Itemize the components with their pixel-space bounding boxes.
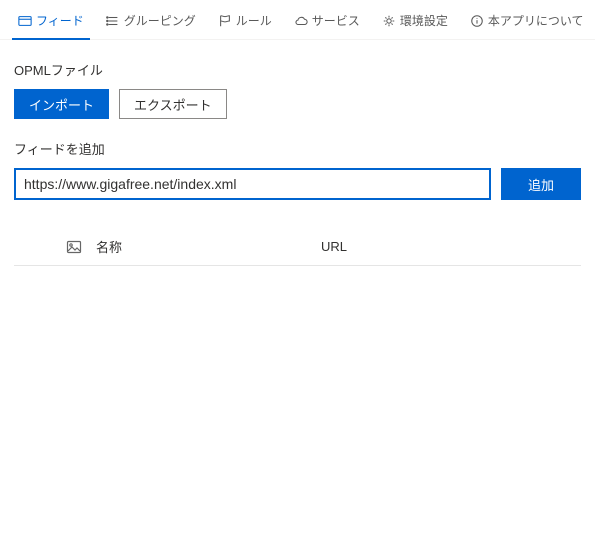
export-button-label: エクスポート bbox=[134, 95, 212, 114]
tab-label: グルーピング bbox=[124, 12, 196, 29]
tab-grouping[interactable]: グルーピング bbox=[100, 6, 202, 39]
feed-table-header: 名称 URL bbox=[14, 228, 581, 266]
feed-icon bbox=[18, 14, 32, 28]
export-button[interactable]: エクスポート bbox=[119, 89, 227, 119]
column-url-header: URL bbox=[321, 239, 581, 254]
flag-icon bbox=[218, 14, 232, 28]
tab-label: 本アプリについて bbox=[488, 12, 584, 29]
info-icon bbox=[470, 14, 484, 28]
feed-url-input[interactable] bbox=[14, 168, 491, 200]
tab-about[interactable]: 本アプリについて bbox=[464, 6, 590, 39]
tab-label: サービス bbox=[312, 12, 360, 29]
cloud-icon bbox=[294, 14, 308, 28]
add-button[interactable]: 追加 bbox=[501, 168, 581, 200]
import-button-label: インポート bbox=[29, 95, 94, 114]
tab-services[interactable]: サービス bbox=[288, 6, 366, 39]
tab-label: 環境設定 bbox=[400, 12, 448, 29]
tab-rules[interactable]: ルール bbox=[212, 6, 278, 39]
gear-icon bbox=[382, 14, 396, 28]
add-feed-section-label: フィードを追加 bbox=[14, 139, 581, 158]
opml-section-label: OPMLファイル bbox=[14, 60, 581, 79]
import-button[interactable]: インポート bbox=[14, 89, 109, 119]
tab-feed[interactable]: フィード bbox=[12, 6, 90, 39]
list-icon bbox=[106, 14, 120, 28]
column-name-header: 名称 bbox=[96, 237, 321, 256]
add-button-label: 追加 bbox=[528, 175, 554, 194]
tab-label: フィード bbox=[36, 12, 84, 29]
tab-label: ルール bbox=[236, 12, 272, 29]
tab-bar: フィード グルーピング ルー bbox=[0, 0, 595, 40]
tab-preferences[interactable]: 環境設定 bbox=[376, 6, 454, 39]
image-column-icon bbox=[66, 239, 96, 255]
